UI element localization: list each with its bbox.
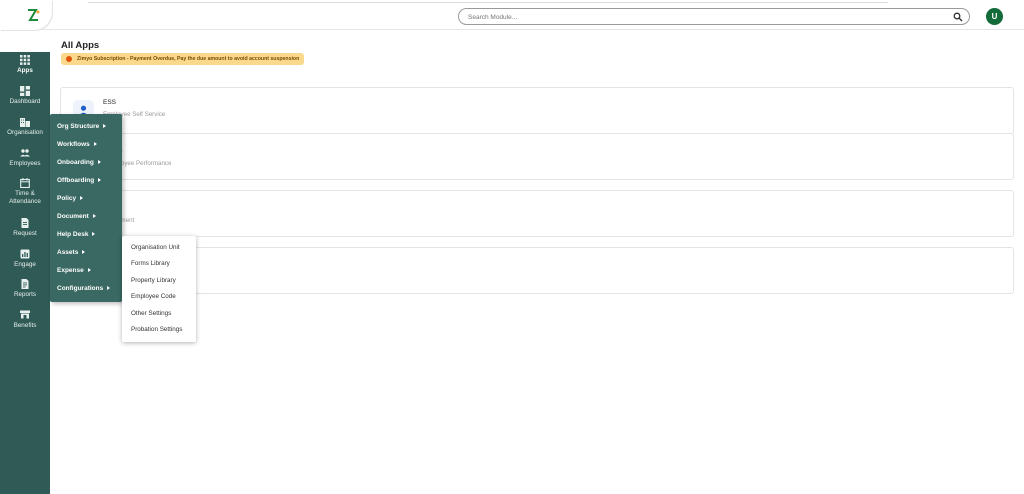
caret-right-icon — [93, 142, 97, 147]
app-card-payment[interactable]: ot Payment — [60, 190, 1014, 237]
warning-icon — [66, 56, 72, 62]
user-avatar[interactable]: U — [986, 8, 1003, 25]
logo-tab — [0, 0, 52, 30]
menu-item-configurations[interactable]: Configurations — [57, 283, 111, 295]
caret-right-icon — [82, 250, 86, 255]
sidebar-item-label: Employees — [9, 160, 41, 167]
caret-right-icon — [80, 196, 84, 201]
chat-icon — [20, 249, 30, 259]
menu-item-assets[interactable]: Assets — [57, 247, 86, 259]
sidebar-item-label-line2: Attendance — [9, 197, 41, 205]
sidebar-item-label: Time & — [15, 190, 35, 197]
app-card-performance[interactable]: mance r Employee Performance — [60, 133, 1014, 180]
sidebar-item-label: Engage — [14, 261, 36, 268]
organisation-flyout-menu: Org Structure Workflows Onboarding Offbo… — [50, 114, 122, 302]
configurations-submenu: Organisation Unit Forms Library Property… — [122, 236, 196, 342]
search-box[interactable] — [458, 8, 970, 25]
building-icon — [20, 118, 30, 127]
menu-item-onboarding[interactable]: Onboarding — [57, 157, 101, 169]
sidebar: Apps Dashboard Organisation Employees Ti… — [0, 52, 50, 494]
sidebar-item-benefits[interactable]: Benefits — [0, 310, 50, 330]
menu-item-policy[interactable]: Policy — [57, 193, 84, 205]
subscription-alert: Zimyo Subscription - Payment Overdue, Pa… — [61, 53, 305, 65]
search-icon[interactable] — [953, 12, 963, 22]
caret-right-icon — [87, 268, 91, 273]
submenu-item-forms-library[interactable]: Forms Library — [131, 259, 170, 269]
document-icon — [21, 218, 29, 228]
caret-right-icon — [97, 160, 101, 165]
sidebar-item-organisation[interactable]: Organisation — [0, 117, 50, 137]
caret-right-icon — [98, 178, 102, 183]
submenu-item-other-settings[interactable]: Other Settings — [131, 309, 171, 319]
menu-item-offboarding[interactable]: Offboarding — [57, 175, 102, 187]
menu-item-expense[interactable]: Expense — [57, 265, 91, 277]
app-card-ess[interactable]: ESS Employee Self Service — [60, 87, 1014, 134]
sidebar-item-label: Request — [13, 230, 37, 237]
submenu-item-organisation-unit[interactable]: Organisation Unit — [131, 243, 180, 253]
caret-right-icon — [107, 286, 111, 291]
sidebar-item-request[interactable]: Request — [0, 218, 50, 238]
sidebar-item-label: Dashboard — [9, 98, 41, 105]
sidebar-item-label: Apps — [17, 67, 33, 74]
top-bar: U — [0, 0, 1024, 30]
sidebar-item-apps[interactable]: Apps — [0, 55, 50, 75]
calendar-icon — [20, 178, 30, 188]
submenu-item-employee-code[interactable]: Employee Code — [131, 292, 176, 302]
caret-right-icon — [103, 124, 107, 129]
sidebar-item-employees[interactable]: Employees — [0, 148, 50, 168]
people-icon — [20, 149, 30, 157]
main-content: All Apps Zimyo Subscription - Payment Ov… — [50, 31, 1024, 494]
sidebar-item-time-attendance[interactable]: Time & Attendance — [0, 178, 50, 205]
sidebar-item-label: Organisation — [7, 129, 43, 136]
menu-item-org-structure[interactable]: Org Structure — [57, 121, 107, 133]
sidebar-item-dashboard[interactable]: Dashboard — [0, 86, 50, 106]
menu-item-document[interactable]: Document — [57, 211, 96, 223]
sidebar-item-label: Benefits — [13, 322, 37, 329]
sidebar-item-engage[interactable]: Engage — [0, 249, 50, 269]
menu-item-help-desk[interactable]: Help Desk — [57, 229, 96, 241]
report-icon — [21, 279, 29, 289]
caret-right-icon — [92, 232, 96, 237]
submenu-item-property-library[interactable]: Property Library — [131, 276, 176, 286]
app-card-fourth[interactable] — [60, 247, 1014, 294]
browser-strip — [88, 0, 888, 3]
alert-text: Zimyo Subscription - Payment Overdue, Pa… — [77, 56, 300, 62]
sidebar-item-reports[interactable]: Reports — [0, 279, 50, 299]
dashboard-icon — [20, 86, 30, 96]
grid-icon — [20, 55, 30, 65]
caret-right-icon — [92, 214, 96, 219]
app-card-title: ESS — [103, 99, 117, 106]
menu-item-workflows[interactable]: Workflows — [57, 139, 97, 151]
page-title: All Apps — [61, 40, 100, 51]
store-icon — [20, 310, 30, 319]
search-input[interactable] — [468, 12, 938, 22]
submenu-item-probation-settings[interactable]: Probation Settings — [131, 325, 182, 335]
zimyo-logo-icon[interactable] — [27, 9, 41, 21]
sidebar-item-label: Reports — [13, 291, 37, 298]
